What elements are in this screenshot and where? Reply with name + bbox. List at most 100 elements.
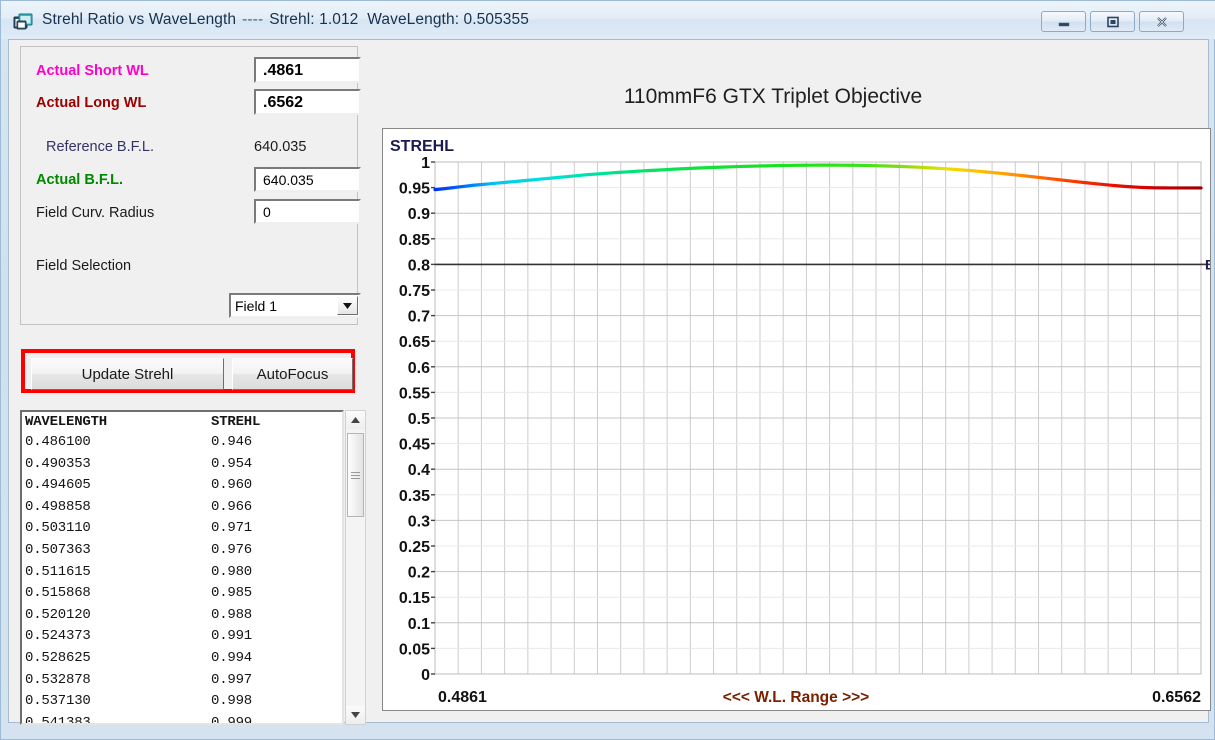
window-title-wavelength-readout: WaveLength: 0.505355 (367, 11, 529, 28)
cell-strehl: 0.966 (211, 497, 321, 519)
actual-short-wl-label: Actual Short WL (36, 63, 149, 79)
table-row[interactable]: 0.4946050.960 (25, 475, 321, 497)
chart-x-max-label: 0.6562 (1152, 689, 1201, 706)
update-strehl-button[interactable]: Update Strehl (31, 358, 224, 390)
chart-y-tick-label: 0.7 (408, 309, 430, 326)
chart-y-tick-label: 0.85 (399, 232, 430, 249)
restore-button[interactable] (1090, 11, 1135, 32)
chart-x-min-label: 0.4861 (438, 689, 487, 706)
chart-y-tick-label: 0.15 (399, 590, 430, 607)
cell-strehl: 0.994 (211, 648, 321, 670)
chart-y-tick-label: 0.05 (399, 641, 430, 658)
cell-wavelength: 0.486100 (25, 432, 211, 454)
table-row[interactable]: 0.5328780.997 (25, 670, 321, 692)
field-selection-dropdown[interactable]: Field 1 (229, 293, 361, 318)
chart-y-tick-label: 0.95 (399, 181, 430, 198)
strehl-results-table[interactable]: WAVELENGTH STREHL 0.4861000.9460.4903530… (20, 410, 344, 725)
results-scrollbar[interactable] (345, 410, 366, 725)
minimize-button[interactable] (1041, 11, 1086, 32)
scrollbar-thumb[interactable] (347, 433, 364, 517)
cell-wavelength: 0.498858 (25, 497, 211, 519)
minimize-icon (1057, 17, 1071, 27)
chart-y-tick-label: 0.45 (399, 437, 430, 454)
window-title: Strehl Ratio vs WaveLength----Strehl: 1.… (42, 11, 529, 29)
scroll-up-icon[interactable] (346, 411, 365, 429)
table-row[interactable]: 0.5286250.994 (25, 648, 321, 670)
parameters-panel: Actual Short WL .4861 Actual Long WL .65… (20, 46, 358, 325)
cell-strehl: 0.946 (211, 432, 321, 454)
cell-strehl: 0.960 (211, 475, 321, 497)
field-selection-value: Field 1 (231, 298, 337, 314)
column-header-strehl: STREHL (211, 414, 321, 432)
chart-y-tick-label: 0 (421, 667, 430, 684)
table-row[interactable]: 0.5031100.971 (25, 518, 321, 540)
cell-strehl: 0.991 (211, 626, 321, 648)
cell-wavelength: 0.528625 (25, 648, 211, 670)
actual-short-wl-input[interactable]: .4861 (254, 57, 361, 83)
table-body: 0.4861000.9460.4903530.9540.4946050.9600… (25, 432, 321, 725)
window-title-strehl-readout: Strehl: 1.012 (269, 11, 358, 28)
title-bar[interactable]: Strehl Ratio vs WaveLength----Strehl: 1.… (1, 1, 1215, 39)
chart-y-tick-label: 0.55 (399, 385, 430, 402)
chart-title: 110mmF6 GTX Triplet Objective (383, 85, 1163, 109)
cell-wavelength: 0.524373 (25, 626, 211, 648)
autofocus-button[interactable]: AutoFocus (232, 358, 353, 390)
application-window: Strehl Ratio vs WaveLength----Strehl: 1.… (0, 0, 1215, 740)
cell-strehl: 0.997 (211, 670, 321, 692)
chart-y-tick-label: 0.4 (408, 462, 430, 479)
table-row[interactable]: 0.4988580.966 (25, 497, 321, 519)
table-row[interactable]: 0.5158680.985 (25, 583, 321, 605)
chart-y-tick-label: 0.2 (408, 565, 430, 582)
window-title-separator: ---- (236, 11, 269, 28)
cell-wavelength: 0.511615 (25, 562, 211, 584)
chart-y-tick-label: 0.3 (408, 513, 430, 530)
table-row[interactable]: 0.5371300.998 (25, 691, 321, 713)
table-row[interactable]: 0.4861000.946 (25, 432, 321, 454)
table-row[interactable]: 0.5243730.991 (25, 626, 321, 648)
chevron-down-icon[interactable] (337, 296, 358, 315)
actual-bfl-label: Actual B.F.L. (36, 172, 123, 188)
reference-bfl-label: Reference B.F.L. (46, 139, 154, 155)
strehl-chart: 10.950.90.850.80.750.70.650.60.550.50.45… (383, 129, 1210, 710)
actual-long-wl-label: Actual Long WL (36, 95, 146, 111)
cell-strehl: 0.976 (211, 540, 321, 562)
table-row[interactable]: 0.5201200.988 (25, 605, 321, 627)
scroll-down-icon[interactable] (346, 706, 365, 724)
table-row[interactable]: 0.5116150.980 (25, 562, 321, 584)
results-table: WAVELENGTH STREHL 0.4861000.9460.4903530… (25, 414, 321, 725)
cell-strehl: 0.980 (211, 562, 321, 584)
chart-gridlines (435, 162, 1201, 674)
cell-wavelength: 0.503110 (25, 518, 211, 540)
table-row[interactable]: 0.5073630.976 (25, 540, 321, 562)
table-row[interactable]: 0.4903530.954 (25, 454, 321, 476)
reference-bfl-value: 640.035 (254, 139, 306, 155)
chart-y-tick-label: 0.9 (408, 206, 430, 223)
chart-y-tick-label: 0.8 (408, 257, 430, 274)
cell-strehl: 0.985 (211, 583, 321, 605)
cell-wavelength: 0.541383 (25, 713, 211, 725)
chart-y-tick-label: 0.75 (399, 283, 430, 300)
actual-bfl-input[interactable]: 640.035 (254, 167, 361, 192)
chart-y-tick-label: 0.65 (399, 334, 430, 351)
cell-strehl: 0.998 (211, 691, 321, 713)
cell-wavelength: 0.490353 (25, 454, 211, 476)
close-button[interactable] (1139, 11, 1184, 32)
cell-wavelength: 0.515868 (25, 583, 211, 605)
table-header-row: WAVELENGTH STREHL (25, 414, 321, 432)
field-selection-label: Field Selection (36, 258, 131, 274)
cell-wavelength: 0.494605 (25, 475, 211, 497)
chart-y-tick-label: 0.25 (399, 539, 430, 556)
scrollbar-grip (351, 470, 360, 481)
window-title-main: Strehl Ratio vs WaveLength (42, 11, 236, 28)
cell-wavelength: 0.532878 (25, 670, 211, 692)
chart-x-axis-label: <<< W.L. Range >>> (723, 689, 869, 706)
diffraction-limit-label: Diff.L (1205, 256, 1210, 272)
actual-long-wl-input[interactable]: .6562 (254, 89, 361, 115)
window-client-area: Actual Short WL .4861 Actual Long WL .65… (8, 39, 1209, 723)
table-row[interactable]: 0.5413830.999 (25, 713, 321, 725)
action-buttons-highlight: Update Strehl AutoFocus (21, 349, 355, 393)
column-header-wavelength: WAVELENGTH (25, 414, 211, 432)
cell-wavelength: 0.520120 (25, 605, 211, 627)
field-curv-radius-input[interactable]: 0 (254, 199, 361, 224)
cell-wavelength: 0.537130 (25, 691, 211, 713)
